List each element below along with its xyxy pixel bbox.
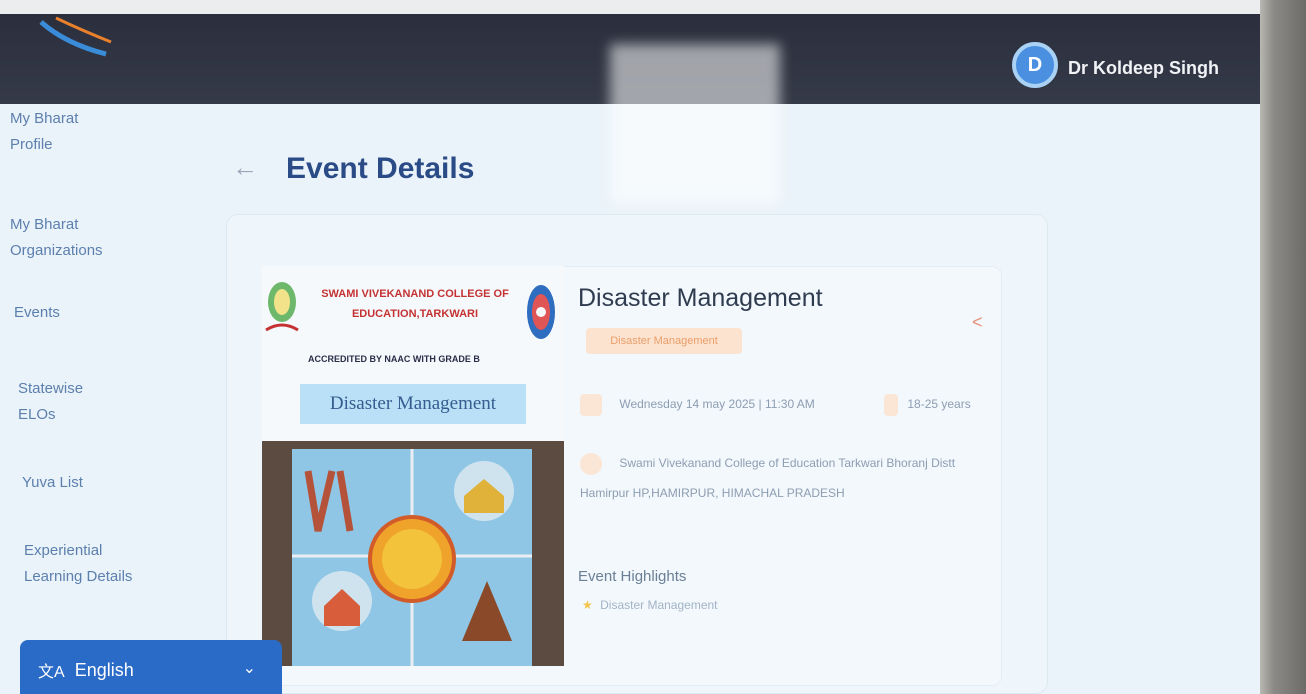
event-location: Swami Vivekanand College of Education Ta… bbox=[580, 456, 956, 500]
screen-glare bbox=[610, 44, 780, 204]
sidebar-item-experiential-learning[interactable]: Experiential Learning Details bbox=[24, 538, 134, 590]
event-date: Wednesday 14 may 2025 | 11:30 AM bbox=[619, 397, 815, 412]
location-row: Swami Vivekanand College of Education Ta… bbox=[580, 448, 990, 508]
poster-title: Disaster Management bbox=[300, 384, 526, 424]
age-row: 18-25 years bbox=[884, 394, 971, 416]
poster-header: SWAMI VIVEKANAND COLLEGE OF EDUCATION,TA… bbox=[262, 266, 564, 441]
event-poster: SWAMI VIVEKANAND COLLEGE OF EDUCATION,TA… bbox=[262, 266, 564, 666]
sidebar-item-statewise-elos[interactable]: Statewise ELOs bbox=[18, 376, 108, 428]
poster-accreditation: ACCREDITED BY NAAC WITH GRADE B bbox=[308, 354, 480, 364]
poster-artwork bbox=[262, 441, 564, 666]
back-arrow-icon[interactable]: ← bbox=[232, 152, 258, 183]
highlight-text: Disaster Management bbox=[600, 598, 718, 612]
location-pin-icon bbox=[580, 452, 602, 475]
sidebar-item-organizations[interactable]: My Bharat Organizations bbox=[10, 212, 140, 264]
monitor-bezel bbox=[1260, 0, 1306, 694]
sidebar-item-profile[interactable]: My Bharat Profile bbox=[10, 106, 100, 158]
college-seal-icon bbox=[527, 285, 555, 339]
category-tag: Disaster Management bbox=[586, 328, 742, 354]
highlight-item: ★ Disaster Management bbox=[582, 598, 718, 612]
translate-icon: 文A bbox=[38, 664, 65, 681]
language-select[interactable]: 文A English ⌄ bbox=[20, 640, 282, 694]
date-row: Wednesday 14 may 2025 | 11:30 AM bbox=[580, 394, 815, 416]
person-icon bbox=[884, 394, 898, 416]
chevron-down-icon: ⌄ bbox=[242, 660, 256, 677]
page-title: Event Details bbox=[286, 152, 475, 185]
share-icon[interactable]: < bbox=[972, 312, 983, 333]
event-title: Disaster Management bbox=[578, 284, 823, 312]
sidebar: My Bharat Profile My Bharat Organization… bbox=[0, 104, 200, 694]
poster-college-name: SWAMI VIVEKANAND COLLEGE OF EDUCATION,TA… bbox=[321, 288, 509, 320]
college-emblem-icon bbox=[265, 282, 299, 332]
sidebar-item-events[interactable]: Events bbox=[14, 300, 60, 326]
logo-icon bbox=[39, 16, 112, 57]
highlights-heading: Event Highlights bbox=[578, 568, 687, 585]
sidebar-item-yuva-list[interactable]: Yuva List bbox=[22, 470, 83, 496]
calendar-icon bbox=[580, 394, 602, 416]
star-icon: ★ bbox=[582, 598, 593, 612]
event-age: 18-25 years bbox=[907, 397, 971, 412]
user-name[interactable]: Dr Koldeep Singh bbox=[1068, 58, 1219, 79]
screen: D Dr Koldeep Singh My Bharat Profile My … bbox=[0, 14, 1262, 694]
avatar[interactable]: D bbox=[1012, 42, 1058, 88]
language-label: English bbox=[74, 659, 134, 680]
